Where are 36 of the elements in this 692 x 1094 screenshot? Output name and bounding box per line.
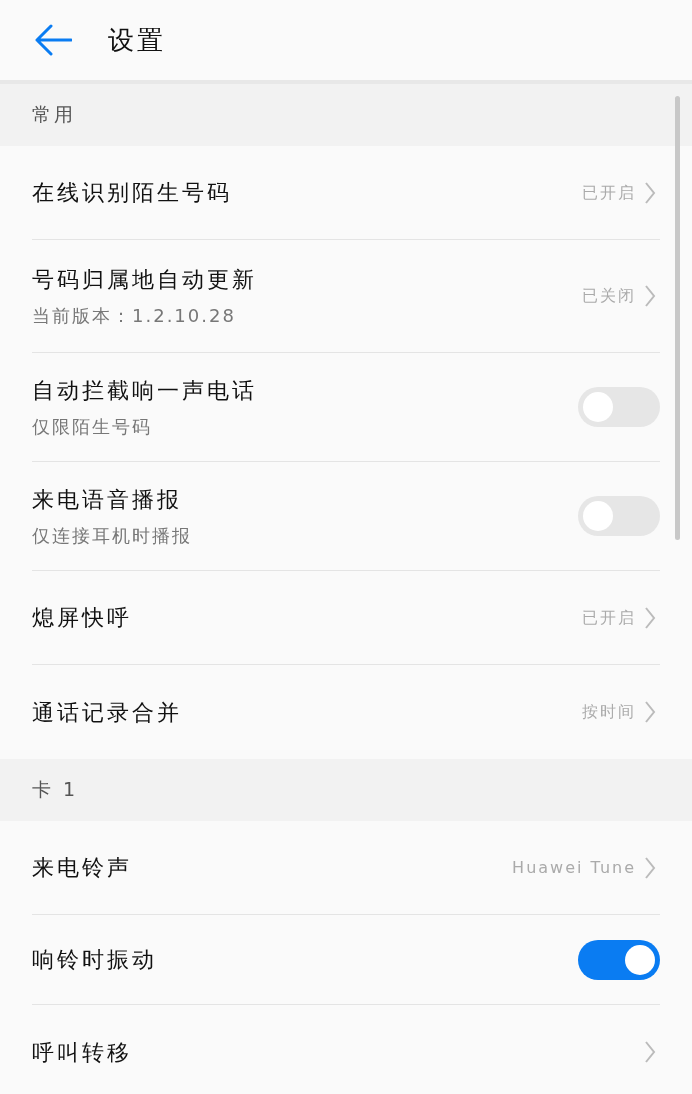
setting-label: 来电语音播报 <box>32 486 183 514</box>
setting-label: 熄屏快呼 <box>32 604 132 632</box>
chevron-icon <box>644 1040 656 1064</box>
setting-label: 在线识别陌生号码 <box>32 179 232 207</box>
setting-value: 已关闭 <box>582 285 636 307</box>
setting-label: 响铃时振动 <box>32 946 157 974</box>
setting-label: 呼叫转移 <box>32 1038 132 1067</box>
chevron-icon <box>644 180 656 205</box>
setting-label: 号码归属地自动更新 <box>32 266 257 294</box>
toggle-switch[interactable] <box>578 939 660 980</box>
setting-description: 仅限陌生号码 <box>32 415 153 439</box>
setting-description: 仅连接耳机时播报 <box>32 524 192 548</box>
chevron-icon <box>644 605 656 630</box>
setting-value: 已开启 <box>582 181 636 204</box>
setting-row[interactable]: 通话记录合并 按时间 <box>32 665 660 759</box>
chevron-icon <box>644 284 656 308</box>
page-title: 设置 <box>108 23 166 57</box>
setting-label: 来电铃声 <box>32 854 132 882</box>
setting-row[interactable]: 呼叫转移 <box>32 1005 660 1094</box>
setting-value: 已开启 <box>582 606 636 629</box>
setting-row[interactable]: 号码归属地自动更新 当前版本：1.2.10.28 已关闭 <box>32 240 660 353</box>
chevron-icon <box>644 855 656 880</box>
setting-label: 通话记录合并 <box>32 698 182 727</box>
back-icon[interactable] <box>34 24 72 56</box>
setting-value: 按时间 <box>582 701 636 723</box>
setting-description: 当前版本：1.2.10.28 <box>32 304 237 328</box>
section-header: 卡 1 <box>32 778 79 800</box>
setting-row[interactable]: 在线识别陌生号码 已开启 <box>32 146 660 240</box>
setting-label: 自动拦截响一声电话 <box>32 377 257 405</box>
section-header: 常用 <box>32 103 76 125</box>
setting-row[interactable]: 熄屏快呼 已开启 <box>32 571 660 665</box>
chevron-icon <box>644 700 656 724</box>
toggle-switch[interactable] <box>578 496 660 536</box>
toggle-switch[interactable] <box>578 387 660 427</box>
setting-value: Huawei Tune <box>512 856 636 879</box>
setting-row[interactable]: 来电铃声 Huawei Tune <box>32 821 660 915</box>
